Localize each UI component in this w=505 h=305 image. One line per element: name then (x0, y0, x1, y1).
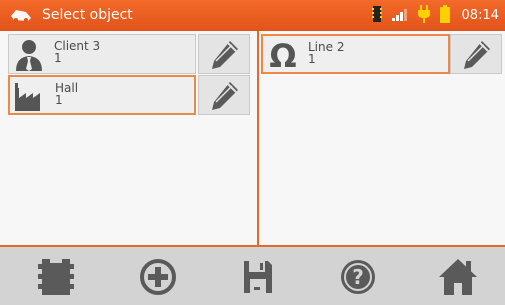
bottom-toolbar: ? (0, 247, 505, 305)
page-title: Select object (42, 7, 133, 23)
object-number: 1 (54, 51, 62, 65)
memory-button[interactable] (36, 257, 80, 297)
object-number: 1 (308, 52, 316, 66)
header-bar: Select object 08:14 (0, 0, 505, 31)
help-button[interactable]: ? (338, 257, 382, 297)
svg-text:Ω: Ω (269, 39, 296, 71)
right-pane: Ω Line 2 1 (259, 31, 505, 245)
vehicle-logo-icon (10, 7, 32, 23)
edit-button-client[interactable] (198, 34, 250, 74)
home-button[interactable] (438, 257, 482, 297)
svg-text:?: ? (352, 265, 364, 289)
left-pane: Client 3 1 Hall 1 (0, 31, 257, 245)
memory-card-icon (371, 5, 382, 27)
battery-icon (439, 4, 450, 27)
edit-button-hall[interactable] (198, 75, 250, 115)
status-icons: 08:14 (371, 0, 505, 31)
object-item-hall[interactable]: Hall 1 (8, 75, 196, 115)
power-plug-icon (417, 4, 430, 27)
save-button[interactable] (238, 257, 282, 297)
clock-time: 08:14 (461, 8, 499, 23)
edit-button-line[interactable] (450, 34, 502, 74)
add-button[interactable] (138, 257, 182, 297)
object-number: 1 (55, 93, 63, 107)
object-item-line[interactable]: Ω Line 2 1 (261, 34, 450, 75)
person-icon (13, 38, 45, 71)
factory-icon (14, 80, 46, 112)
object-item-client[interactable]: Client 3 1 (8, 34, 196, 74)
signal-strength-icon (391, 6, 408, 25)
omega-icon: Ω (267, 37, 299, 75)
